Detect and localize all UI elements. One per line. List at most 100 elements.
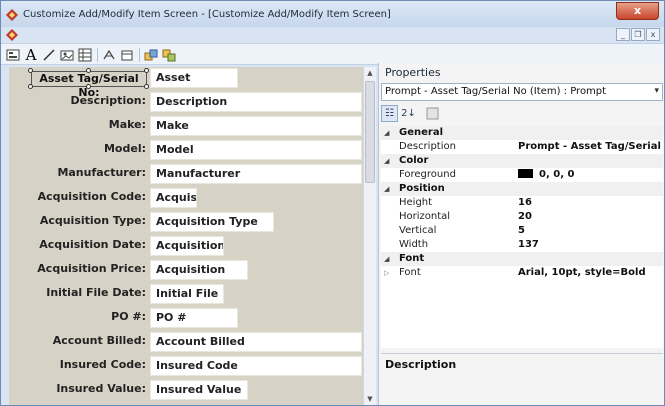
field-insured-value[interactable]: Insured Value [150,380,248,400]
field-description[interactable]: Description [150,92,362,112]
resize-handle[interactable] [86,84,91,89]
form-row-account-billed: Account Billed: Account Billed [9,332,363,352]
resize-handle[interactable] [144,84,149,89]
scrollbar-thumb[interactable] [365,81,375,183]
window-title: Customize Add/Modify Item Screen - [Cust… [23,9,391,20]
field-manufacturer[interactable]: Manufacturer [150,164,362,184]
properties-object-selector[interactable]: Prompt - Asset Tag/Serial No (Item) : Pr… [381,83,663,101]
title-bar[interactable]: Customize Add/Modify Item Screen - [Cust… [1,1,664,27]
field-model[interactable]: Model [150,140,362,160]
designer-toolbar: A [1,43,664,65]
property-grid[interactable]: ◢ General Description Prompt - Asset Tag… [381,126,663,348]
field-acquisition-code[interactable]: Acquisi [150,188,197,208]
prompt-insured-code[interactable]: Insured Code: [9,358,146,371]
grid-icon[interactable] [77,47,93,63]
resize-handle[interactable] [28,84,33,89]
property-description-pane: Description [381,353,663,403]
form-icon[interactable] [5,47,21,63]
image-icon[interactable] [59,47,75,63]
collapse-arrow-icon[interactable]: ◢ [384,154,394,168]
field-po-number[interactable]: PO # [150,308,238,328]
alphabetical-sort-button[interactable]: 2↓ [400,105,417,122]
prompt-account-billed[interactable]: Account Billed: [9,334,146,347]
resize-handle[interactable] [28,68,33,73]
form-row-acquisition-price: Acquisition Price: Acquisition [9,260,363,280]
prompt-initial-file-date[interactable]: Initial File Date: [9,286,146,299]
prompt-make[interactable]: Make: [9,118,146,131]
property-pages-button[interactable] [424,105,441,122]
category-position[interactable]: ◢ Position [381,182,663,196]
resize-handle[interactable] [144,68,149,73]
form-designer-canvas[interactable]: Asset Tag/Serial No: Asset Description: … [9,67,363,405]
category-font[interactable]: ◢ Font [381,252,663,266]
scroll-down-arrow-icon[interactable]: ▼ [364,393,376,405]
collapse-arrow-icon[interactable]: ◢ [384,182,394,196]
property-description[interactable]: Description Prompt - Asset Tag/Serial [381,140,663,154]
property-font[interactable]: ▷ Font Arial, 10pt, style=Bold [381,266,663,280]
field-make[interactable]: Make [150,116,362,136]
prompt-model[interactable]: Model: [9,142,146,155]
field-initial-file-date[interactable]: Initial File [150,284,224,304]
description-pane-title: Description [385,358,457,371]
designer-scrollbar[interactable]: ▲ ▼ [363,67,376,405]
copy-icon[interactable] [143,47,159,63]
mdi-close-button[interactable]: x [646,28,660,41]
paste-icon[interactable] [161,47,177,63]
app-window: Customize Add/Modify Item Screen - [Cust… [0,0,665,406]
prompt-acquisition-code[interactable]: Acquisition Code: [9,190,146,203]
toolbar-separator [97,48,98,62]
form-row-manufacturer: Manufacturer: Manufacturer [9,164,363,184]
categorized-view-button[interactable]: ☷ [381,105,398,122]
form-row-po-number: PO #: PO # [9,308,363,328]
form-row-insured-value: Insured Value: Insured Value [9,380,363,400]
expand-arrow-icon[interactable]: ▷ [384,266,394,280]
field-acquisition-price[interactable]: Acquisition [150,260,248,280]
form-row-acquisition-code: Acquisition Code: Acquisi [9,188,363,208]
property-foreground[interactable]: Foreground 0, 0, 0 [381,168,663,182]
mdi-bar: _ ❐ x [1,27,664,43]
field-acquisition-date[interactable]: Acquisition [150,236,224,256]
form-row-asset-tag: Asset Tag/Serial No: Asset [9,68,363,99]
prompt-acquisition-price[interactable]: Acquisition Price: [9,262,146,275]
form-row-acquisition-date: Acquisition Date: Acquisition [9,236,363,256]
property-vertical[interactable]: Vertical 5 [381,224,663,238]
field-account-billed[interactable]: Account Billed [150,332,362,352]
prompt-acquisition-date[interactable]: Acquisition Date: [9,238,146,251]
scroll-up-arrow-icon[interactable]: ▲ [364,67,376,79]
form-row-insured-code: Insured Code: Insured Code [9,356,363,376]
prompt-manufacturer[interactable]: Manufacturer: [9,166,146,179]
field-asset[interactable]: Asset [150,68,238,88]
property-width[interactable]: Width 137 [381,238,663,252]
category-color[interactable]: ◢ Color [381,154,663,168]
text-icon[interactable]: A [23,47,39,63]
prompt-description[interactable]: Description: [9,94,146,107]
collapse-arrow-icon[interactable]: ◢ [384,252,394,266]
field-insured-code[interactable]: Insured Code [150,356,362,376]
property-pages-icon [426,107,439,120]
property-horizontal[interactable]: Horizontal 20 [381,210,663,224]
line-icon[interactable] [41,47,57,63]
collapse-arrow-icon[interactable]: ◢ [384,126,394,140]
mdi-minimize-button[interactable]: _ [616,28,630,41]
field-acquisition-type[interactable]: Acquisition Type [150,212,274,232]
property-height[interactable]: Height 16 [381,196,663,210]
align-icon[interactable] [101,47,117,63]
properties-title: Properties [385,66,441,79]
resize-handle[interactable] [86,68,91,73]
form-row-model: Model: Model [9,140,363,160]
selected-object-label: Prompt - Asset Tag/Serial No (Item) : Pr… [385,86,607,97]
prompt-insured-value[interactable]: Insured Value: [9,382,146,395]
form-row-initial-file-date: Initial File Date: Initial File [9,284,363,304]
category-general[interactable]: ◢ General [381,126,663,140]
properties-panel: Properties Prompt - Asset Tag/Serial No … [378,63,664,405]
child-window-icon[interactable] [6,29,18,41]
form-row-make: Make: Make [9,116,363,136]
prompt-po-number[interactable]: PO #: [9,310,146,323]
mdi-restore-button[interactable]: ❐ [631,28,645,41]
tab-order-icon[interactable] [119,47,135,63]
prompt-acquisition-type[interactable]: Acquisition Type: [9,214,146,227]
form-row-acquisition-type: Acquisition Type: Acquisition Type [9,212,363,232]
window-close-button[interactable]: x [616,2,659,20]
properties-toolbar: ☷ 2↓ [381,104,663,124]
dropdown-caret-icon[interactable]: ▾ [654,86,659,96]
